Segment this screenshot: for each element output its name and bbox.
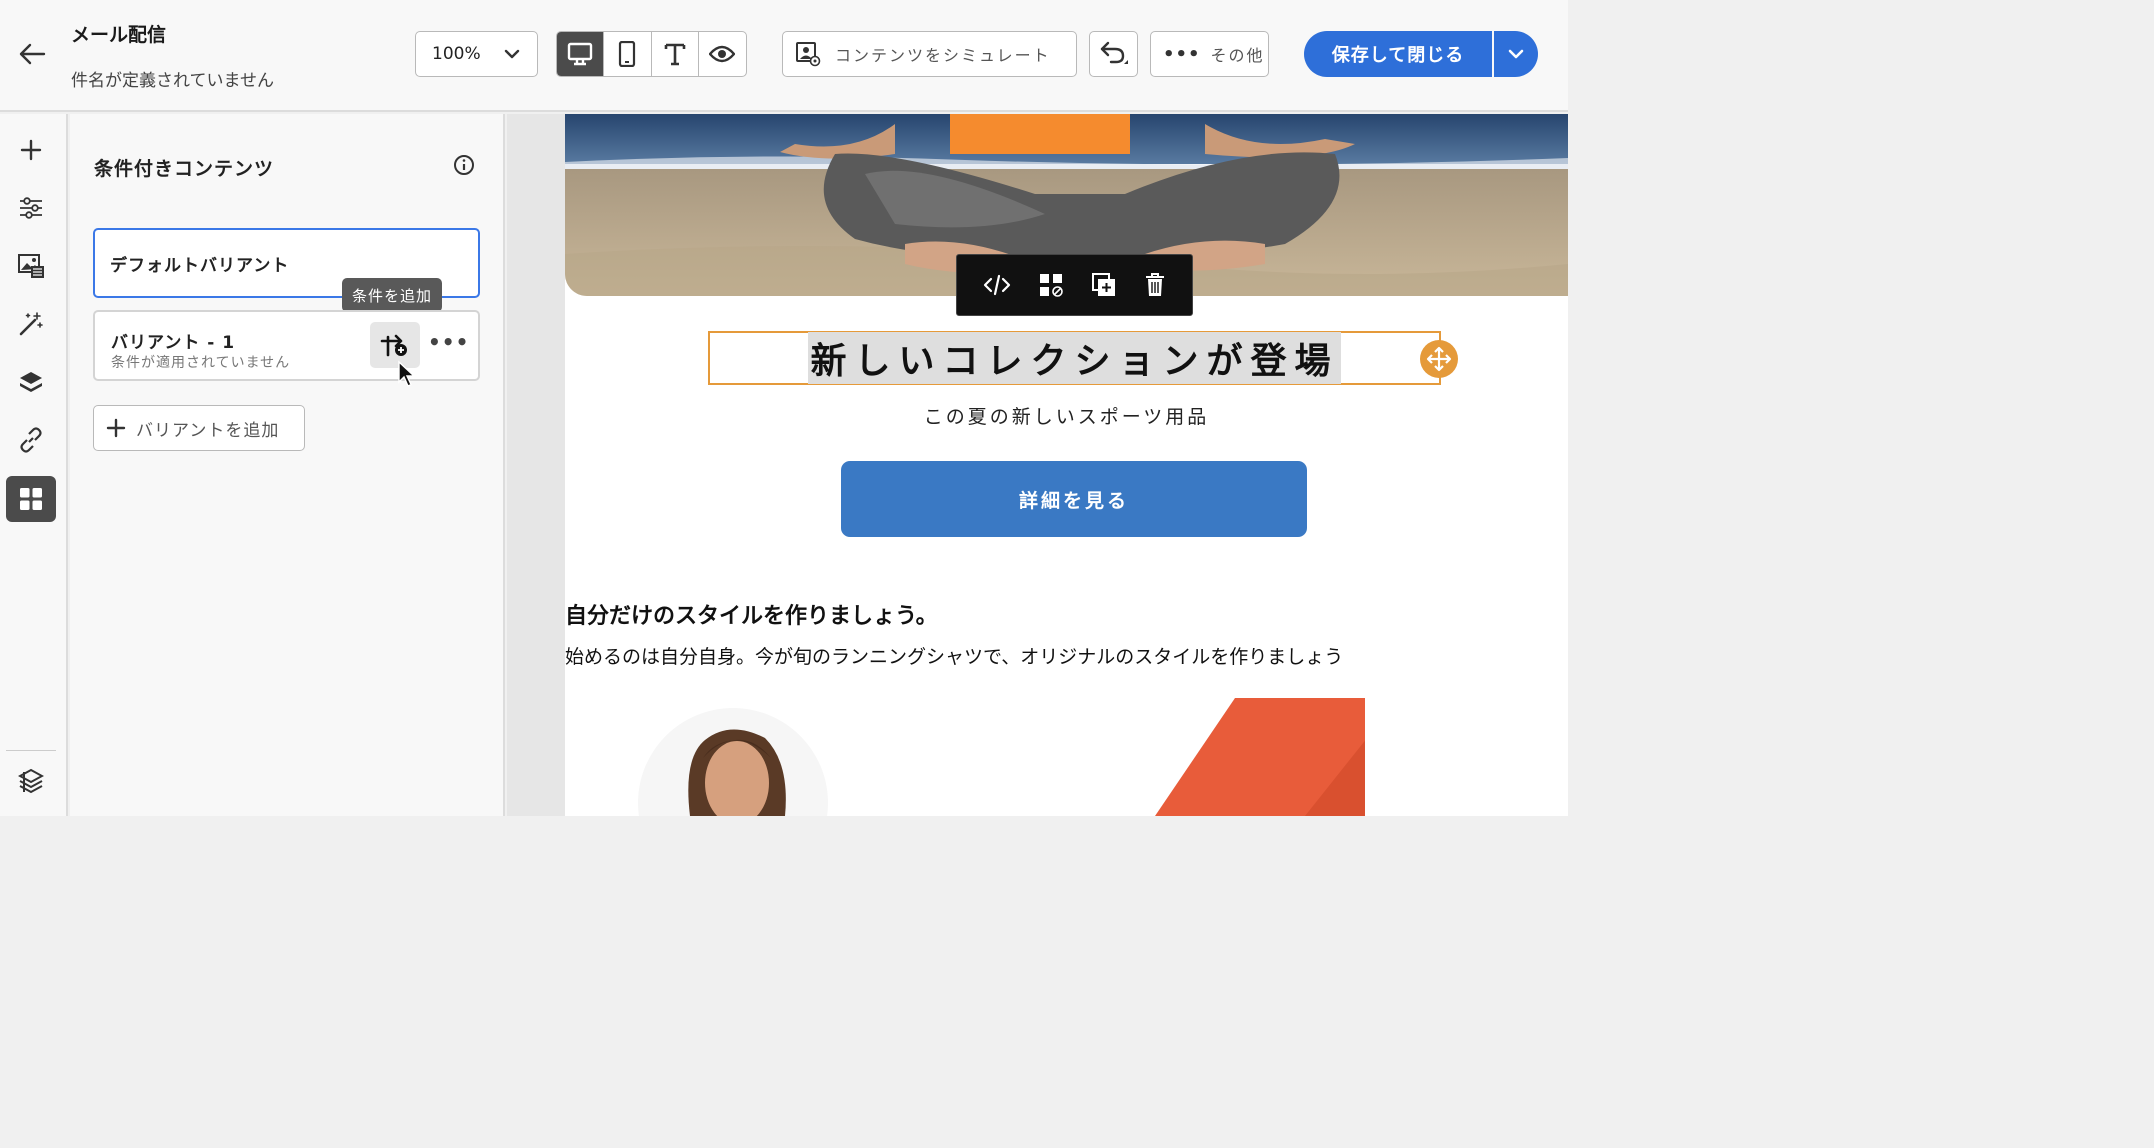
undo-button[interactable]	[1089, 31, 1138, 77]
link-icon	[20, 427, 42, 453]
variant-1-card[interactable]: バリアント - 1 条件が適用されていません •••	[93, 310, 480, 381]
top-header: メール配信 件名が定義されていません 100% コンテンツをシミュレート •••…	[0, 0, 1568, 112]
view-mode-group	[556, 31, 747, 77]
variant-label: バリアント - 1	[111, 333, 236, 353]
desktop-view-button[interactable]	[557, 32, 605, 76]
code-icon[interactable]	[983, 274, 1011, 296]
page-title: メール配信	[71, 24, 167, 46]
text-icon	[664, 43, 685, 66]
save-dropdown-button[interactable]	[1494, 31, 1538, 77]
variant-label: デフォルトバリアント	[110, 256, 290, 276]
preview-view-button[interactable]	[699, 32, 746, 76]
arrow-left-icon	[19, 43, 46, 65]
more-dots-icon: •••	[1163, 43, 1201, 65]
email-headline[interactable]: 新しいコレクションが登場	[808, 332, 1341, 384]
bottom-bar	[0, 816, 1568, 836]
rail-settings-button[interactable]	[6, 185, 56, 231]
plus-icon	[106, 418, 126, 438]
simulate-label: コンテンツをシミュレート	[835, 46, 1051, 65]
rail-assets-button[interactable]	[6, 243, 56, 289]
email-subheadline: この夏の新しいスポーツ用品	[923, 406, 1210, 428]
move-icon	[1426, 346, 1452, 372]
mouse-pointer-icon	[398, 360, 416, 387]
duplicate-icon[interactable]	[1091, 272, 1117, 298]
desktop-icon	[567, 42, 593, 66]
chevron-down-icon	[1508, 49, 1524, 59]
left-rail	[0, 114, 68, 816]
rail-add-button[interactable]	[6, 127, 56, 173]
variant-sublabel: 条件が適用されていません	[111, 355, 291, 371]
plus-icon	[20, 139, 42, 161]
add-condition-tooltip: 条件を追加	[342, 278, 443, 318]
rail-layers-button[interactable]	[6, 359, 56, 405]
email-section-body: 始めるのは自分自身。今が旬のランニングシャツで、オリジナルのスタイルを作りましょ…	[565, 646, 1344, 668]
component-toolbar	[956, 254, 1193, 316]
add-variant-button[interactable]: バリアントを追加	[93, 405, 305, 451]
more-label: その他	[1210, 46, 1265, 65]
rail-links-button[interactable]	[6, 417, 56, 463]
chevron-down-icon	[504, 49, 520, 59]
delete-icon[interactable]	[1144, 272, 1166, 298]
magic-wand-icon	[19, 312, 43, 336]
zoom-select[interactable]: 100%	[415, 31, 538, 77]
unfragment-icon[interactable]	[1038, 272, 1064, 298]
preview-icon	[709, 45, 736, 63]
mobile-view-button[interactable]	[604, 32, 652, 76]
sliders-icon	[20, 197, 42, 219]
selected-headline-block[interactable]: 新しいコレクションが登場	[708, 331, 1441, 385]
simulate-icon	[796, 42, 821, 67]
more-options-button[interactable]: ••• その他	[1150, 31, 1269, 77]
mobile-icon	[619, 41, 636, 67]
email-canvas: 新しいコレクションが登場 この夏の新しいスポーツ用品 詳細を見る 自分だけのスタ…	[507, 114, 1568, 816]
layer-settings-icon	[18, 768, 44, 794]
rail-fragments-button[interactable]	[6, 476, 56, 522]
simulate-content-button[interactable]: コンテンツをシミュレート	[782, 31, 1077, 77]
media-icon	[18, 254, 44, 278]
text-view-button[interactable]	[652, 32, 699, 76]
move-handle[interactable]	[1420, 340, 1458, 378]
product-image[interactable]	[605, 698, 1375, 816]
layers-icon	[20, 372, 42, 392]
email-cta-button[interactable]: 詳細を見る	[841, 461, 1307, 537]
info-icon	[454, 155, 474, 175]
panel-title: 条件付きコンテンツ	[94, 158, 275, 180]
back-button[interactable]	[12, 36, 52, 72]
add-variant-label: バリアントを追加	[136, 420, 280, 441]
email-section-title: 自分だけのスタイルを作りましょう。	[565, 604, 938, 629]
rail-layer-settings-button[interactable]	[6, 758, 56, 804]
undo-icon	[1100, 41, 1128, 64]
info-button[interactable]	[453, 154, 475, 180]
fragments-icon	[20, 488, 42, 510]
zoom-value: 100%	[432, 44, 481, 64]
add-condition-icon	[380, 334, 407, 357]
rail-magic-button[interactable]	[6, 301, 56, 347]
page-subtitle: 件名が定義されていません	[71, 71, 274, 91]
rail-divider	[6, 750, 56, 751]
save-and-close-button[interactable]: 保存して閉じる	[1304, 31, 1492, 77]
variant-more-button[interactable]: •••	[428, 330, 469, 354]
conditional-content-panel: 条件付きコンテンツ デフォルトバリアント 条件を追加 バリアント - 1 条件が…	[70, 114, 505, 816]
email-body: 新しいコレクションが登場 この夏の新しいスポーツ用品 詳細を見る 自分だけのスタ…	[565, 114, 1568, 816]
